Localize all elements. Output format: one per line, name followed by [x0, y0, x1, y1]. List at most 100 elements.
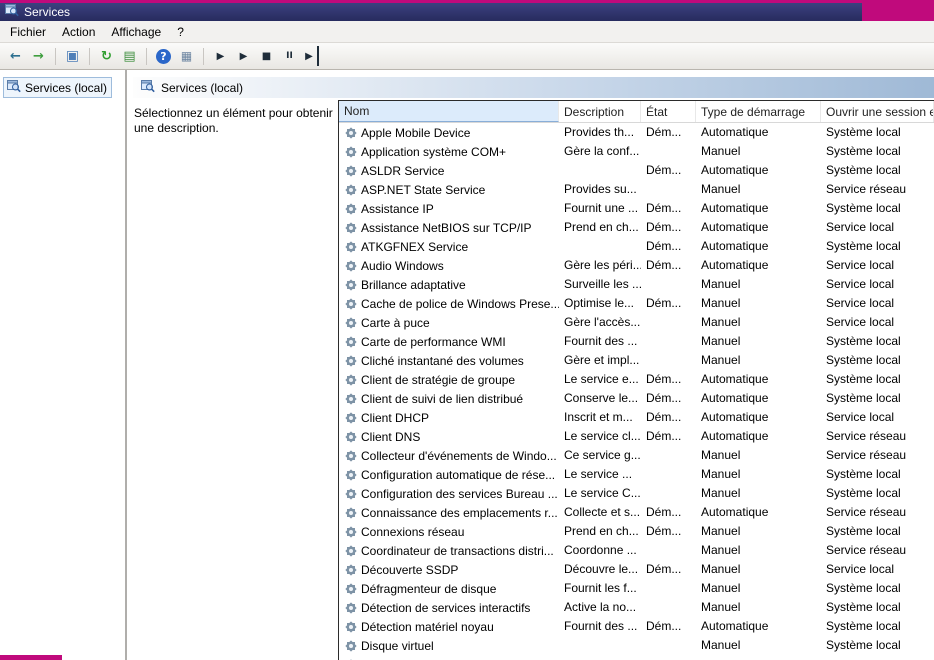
service-row[interactable]: Connaissance des emplacements r... Collec…: [339, 503, 934, 522]
service-row[interactable]: Apple Mobile Device Provides th... Dém... A…: [339, 123, 934, 142]
service-row[interactable]: Configuration des services Bureau ... Le …: [339, 484, 934, 503]
menu-bar: Fichier Action Affichage ?: [0, 21, 934, 43]
service-row[interactable]: ATKGFNEX Service Dém... Automatique Système…: [339, 237, 934, 256]
gear-icon: [344, 202, 357, 215]
service-name-cell: [339, 655, 559, 660]
service-name-cell: Assistance IP: [339, 199, 559, 218]
menu-help[interactable]: ?: [169, 22, 192, 42]
service-name: Découverte SSDP: [361, 562, 459, 577]
console-tree-panel: Services (local): [0, 70, 127, 660]
service-state-cell: Dém...: [646, 220, 682, 234]
menu-fichier[interactable]: Fichier: [2, 22, 54, 42]
service-row[interactable]: Client DNS Le service cl... Dém... Automati…: [339, 427, 934, 446]
panel-header: Services (local): [133, 77, 934, 98]
service-state-cell: [641, 636, 696, 655]
service-name: Client de suivi de lien distribué: [361, 391, 524, 406]
forward-icon[interactable]: →: [28, 46, 49, 66]
service-row[interactable]: ASLDR Service Dém... Automatique Système lo…: [339, 161, 934, 180]
service-row[interactable]: Découverte SSDP Découvre le... Dém... Manue…: [339, 560, 934, 579]
gear-icon: [344, 620, 357, 633]
help-icon[interactable]: ?: [156, 48, 171, 64]
service-row[interactable]: [339, 655, 934, 660]
service-logon-cell: Système local: [826, 524, 901, 538]
gear-icon: [344, 335, 357, 348]
sidebar-item-services-local[interactable]: Services (local): [3, 77, 113, 98]
stop-service-icon[interactable]: ■: [256, 46, 277, 66]
export-list-icon[interactable]: ▤: [119, 46, 140, 66]
service-logon-cell: [821, 655, 934, 660]
service-row[interactable]: Cliché instantané des volumes Gère et imp…: [339, 351, 934, 370]
properties-icon[interactable]: ▦: [176, 46, 197, 66]
service-row[interactable]: ASP.NET State Service Provides su... Manue…: [339, 180, 934, 199]
service-description-cell: Provides su...: [564, 182, 637, 196]
service-startup-cell: Manuel: [701, 543, 741, 557]
resume-service-icon[interactable]: ▶: [233, 46, 254, 66]
titlebar: Services: [0, 3, 862, 21]
column-header-ouvrir-une-session-en[interactable]: Ouvrir une session en: [821, 101, 934, 122]
service-name-cell: Configuration automatique de rése...: [339, 465, 559, 484]
service-logon-cell: Système local: [826, 467, 901, 481]
main-panel: Services (local) Sélectionnez un élément…: [127, 70, 934, 660]
service-row[interactable]: Configuration automatique de rése... Le s…: [339, 465, 934, 484]
service-row[interactable]: Carte de performance WMI Fournit des ... M…: [339, 332, 934, 351]
gear-icon: [344, 221, 357, 234]
service-row[interactable]: Collecteur d'événements de Windo... Ce se…: [339, 446, 934, 465]
service-startup-cell: Automatique: [701, 201, 769, 215]
panel-header-title: Services (local): [161, 80, 244, 95]
service-state-cell: Dém...: [646, 562, 682, 576]
service-name: Audio Windows: [361, 258, 444, 273]
start-service-icon[interactable]: ▶: [210, 46, 231, 66]
service-startup-cell: Manuel: [701, 524, 741, 538]
service-startup-cell: Manuel: [701, 448, 741, 462]
service-row[interactable]: Cache de police de Windows Prese... Optim…: [339, 294, 934, 313]
service-row[interactable]: Assistance NetBIOS sur TCP/IP Prend en ch…: [339, 218, 934, 237]
gear-icon: [344, 278, 357, 291]
service-row[interactable]: Client de suivi de lien distribué Conserv…: [339, 389, 934, 408]
list-header: Nom Description État Type de démarrage Ouvri…: [339, 101, 934, 123]
pause-service-icon[interactable]: II: [279, 46, 300, 66]
service-startup-cell: Manuel: [701, 581, 741, 595]
gear-icon: [344, 487, 357, 500]
service-startup-cell: Automatique: [701, 372, 769, 386]
service-row[interactable]: Défragmenteur de disque Fournit les f... M…: [339, 579, 934, 598]
gear-icon: [344, 525, 357, 538]
service-row[interactable]: Connexions réseau Prend en ch... Dém... Man…: [339, 522, 934, 541]
service-row[interactable]: Détection matériel noyau Fournit des ... D…: [339, 617, 934, 636]
column-header-description[interactable]: Description: [559, 101, 641, 122]
service-row[interactable]: Audio Windows Gère les péri... Dém... Autom…: [339, 256, 934, 275]
service-row[interactable]: Détection de services interactifs Active …: [339, 598, 934, 617]
column-header-nom[interactable]: Nom: [339, 101, 559, 122]
back-icon[interactable]: ←: [5, 46, 26, 66]
menu-affichage[interactable]: Affichage: [103, 22, 169, 42]
service-description-cell: Collecte et s...: [564, 505, 641, 519]
service-row[interactable]: Application système COM+ Gère la conf... M…: [339, 142, 934, 161]
services-list: Nom Description État Type de démarrage Ouvri…: [338, 100, 934, 660]
restart-service-icon[interactable]: ▶: [302, 46, 319, 66]
service-row[interactable]: Client DHCP Inscrit et m... Dém... Automati…: [339, 408, 934, 427]
service-row[interactable]: Coordinateur de transactions distri... Co…: [339, 541, 934, 560]
service-startup-cell: Automatique: [701, 505, 769, 519]
service-row[interactable]: Disque virtuel Manuel Système local: [339, 636, 934, 655]
service-startup-cell: Manuel: [701, 144, 741, 158]
service-startup-cell: Automatique: [701, 391, 769, 405]
service-row[interactable]: Carte à puce Gère l'accès... Manuel Service…: [339, 313, 934, 332]
service-description-cell: [559, 237, 641, 256]
service-name: Client DHCP: [361, 410, 430, 425]
service-startup-cell: Automatique: [701, 410, 769, 424]
service-row[interactable]: Assistance IP Fournit une ... Dém... Automa…: [339, 199, 934, 218]
menu-action[interactable]: Action: [54, 22, 103, 42]
column-header--tat[interactable]: État: [641, 101, 696, 122]
column-header-type-de-d-marrage[interactable]: Type de démarrage: [696, 101, 821, 122]
service-startup-cell: Automatique: [701, 239, 769, 253]
service-description-cell: Le service cl...: [564, 429, 641, 443]
show-console-tree-icon[interactable]: ▣: [62, 46, 83, 66]
service-description-cell: Optimise le...: [564, 296, 635, 310]
service-description-cell: Découvre le...: [564, 562, 639, 576]
service-logon-cell: Service local: [826, 562, 895, 576]
service-row[interactable]: Brillance adaptative Surveille les ... Man…: [339, 275, 934, 294]
service-state-cell: [641, 351, 696, 370]
service-logon-cell: Service réseau: [826, 448, 907, 462]
refresh-icon[interactable]: ↻: [96, 46, 117, 66]
service-row[interactable]: Client de stratégie de groupe Le service …: [339, 370, 934, 389]
desktop-corner: [0, 655, 62, 660]
